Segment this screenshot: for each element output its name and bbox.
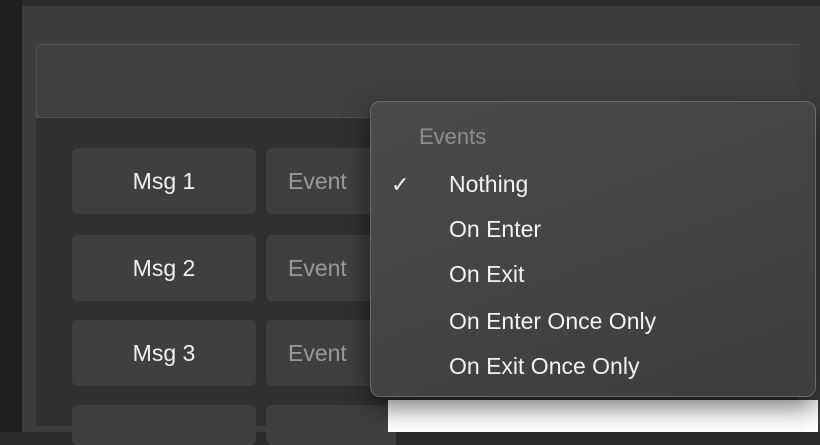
menu-item-on-exit[interactable]: On Exit <box>449 261 524 288</box>
menu-item-on-enter-once-only[interactable]: On Enter Once Only <box>449 308 656 335</box>
event-value-field[interactable] <box>388 400 818 432</box>
checkmark-icon: ✓ <box>391 172 410 197</box>
menu-item-on-enter[interactable]: On Enter <box>449 216 541 243</box>
menu-item-nothing[interactable]: Nothing <box>449 171 528 198</box>
menu-header: Events <box>419 124 487 149</box>
menu-item-on-exit-once-only[interactable]: On Exit Once Only <box>449 353 639 380</box>
msg-1-button[interactable]: Msg 1 <box>72 148 256 214</box>
msg-4-button[interactable] <box>72 405 256 445</box>
msg-3-button[interactable]: Msg 3 <box>72 320 256 386</box>
events-dropdown-menu: Events ✓ Nothing On Enter On Exit On Ent… <box>370 101 816 397</box>
msg-2-button[interactable]: Msg 2 <box>72 235 256 301</box>
window-left-border <box>0 0 22 432</box>
event-4-dropdown[interactable] <box>266 405 396 445</box>
